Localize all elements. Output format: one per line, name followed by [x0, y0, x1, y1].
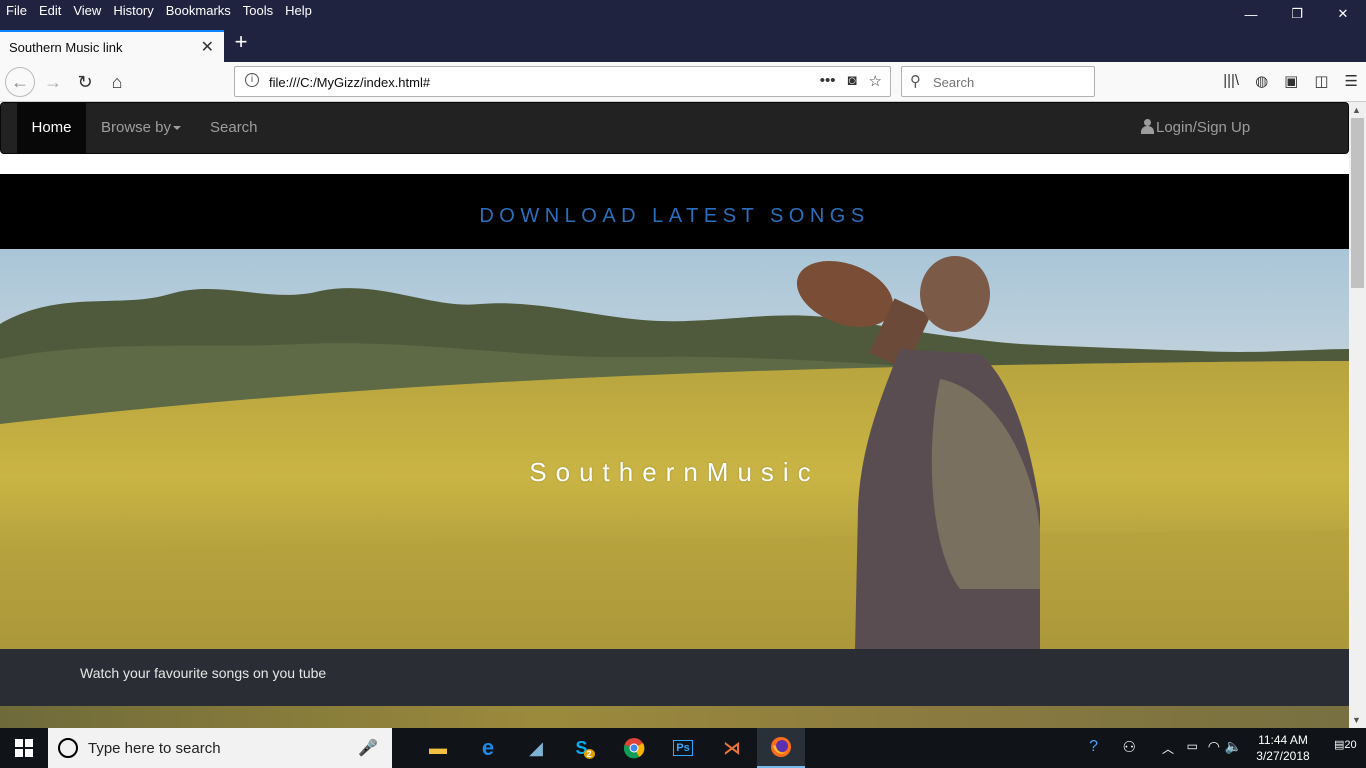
- back-arrow-icon[interactable]: ←: [5, 67, 35, 97]
- photoshop-icon[interactable]: Ps: [659, 728, 707, 768]
- site-info-icon[interactable]: i: [245, 73, 259, 87]
- new-tab-button[interactable]: +: [230, 31, 252, 54]
- microphone-icon[interactable]: 🎤: [358, 738, 378, 758]
- hamburger-menu-icon[interactable]: ☰: [1345, 72, 1358, 90]
- forward-arrow-icon[interactable]: →: [38, 67, 68, 97]
- clock-date: 3/27/2018: [1256, 749, 1310, 763]
- menu-items: File Edit View History Bookmarks Tools H…: [0, 3, 318, 18]
- chrome-icon[interactable]: [610, 728, 658, 768]
- tab-active[interactable]: Southern Music link ✕: [0, 30, 224, 62]
- scroll-down-icon[interactable]: ▼: [1352, 715, 1361, 725]
- app-blue-icon[interactable]: ◢: [512, 728, 560, 768]
- reload-icon[interactable]: ↻: [70, 67, 100, 97]
- people-icon[interactable]: ⚇: [1123, 738, 1136, 756]
- user-icon: [1140, 119, 1154, 134]
- taskbar-search-placeholder: Type here to search: [88, 740, 221, 757]
- caret-down-icon: [173, 126, 182, 131]
- edge-icon[interactable]: e: [464, 728, 512, 768]
- menu-tools[interactable]: Tools: [237, 3, 279, 18]
- pocket-icon[interactable]: ◙: [847, 72, 856, 90]
- youtube-text: Watch your favourite songs on you tube: [80, 665, 327, 681]
- menu-help[interactable]: Help: [279, 3, 318, 18]
- menu-edit[interactable]: Edit: [33, 3, 67, 18]
- notification-count: 20: [1344, 739, 1357, 751]
- page-viewport: Home Browse by Search Login/Sign Up DOWN…: [0, 102, 1349, 728]
- nav-home[interactable]: Home: [17, 103, 86, 153]
- search-icon: ⚲: [910, 73, 921, 90]
- hero-illustration: [0, 249, 1349, 649]
- sidebar-icon[interactable]: ◫: [1314, 72, 1328, 90]
- browser-search-field[interactable]: ⚲ Search: [901, 66, 1095, 97]
- clock-time: 11:44 AM: [1258, 733, 1308, 747]
- notification-center-icon[interactable]: ▤20: [1334, 738, 1357, 758]
- youtube-band: Watch your favourite songs on you tube: [0, 649, 1349, 706]
- volume-icon[interactable]: 🔈: [1225, 738, 1242, 755]
- url-text[interactable]: file:///C:/MyGizz/index.html#: [269, 75, 430, 90]
- wifi-icon[interactable]: ◠: [1208, 738, 1220, 755]
- windows-taskbar: Type here to search 🎤 ▬ e ◢ S2 Ps ⋊ ? ⚇ …: [0, 728, 1366, 768]
- clock[interactable]: 11:44 AM 3/27/2018: [1248, 732, 1318, 764]
- skype-badge: 2: [583, 749, 595, 759]
- hero-image: SouthernMusic: [0, 249, 1349, 649]
- close-tab-icon[interactable]: ✕: [201, 37, 214, 57]
- skype-icon[interactable]: S2: [561, 728, 609, 768]
- urlbar-actions: ••• ◙ ☆: [820, 72, 882, 90]
- start-button[interactable]: [0, 728, 48, 768]
- second-hero-image: [0, 706, 1349, 728]
- nav-search[interactable]: Search: [210, 103, 258, 153]
- bookmark-star-icon[interactable]: ☆: [869, 72, 882, 90]
- firefox-icon[interactable]: [757, 728, 805, 768]
- menu-file[interactable]: File: [0, 3, 33, 18]
- search-placeholder: Search: [933, 75, 975, 90]
- menu-view[interactable]: View: [67, 3, 107, 18]
- menu-history[interactable]: History: [107, 3, 159, 18]
- taskbar-search-box[interactable]: Type here to search 🎤: [48, 728, 392, 768]
- extension-icon[interactable]: ▣: [1284, 72, 1298, 90]
- browser-menubar: File Edit View History Bookmarks Tools H…: [0, 0, 1366, 22]
- tab-title: Southern Music link: [9, 39, 123, 55]
- banner-title[interactable]: DOWNLOAD LATEST SONGS: [0, 174, 1349, 258]
- visual-studio-icon[interactable]: ⋊: [708, 728, 756, 768]
- nav-login-label: Login/Sign Up: [1156, 119, 1251, 136]
- tab-strip: Southern Music link ✕ +: [0, 22, 1366, 62]
- nav-browse-label: Browse by: [101, 119, 172, 136]
- toolbar-icons: |||\ ◍ ▣ ◫ ☰: [1223, 72, 1358, 90]
- file-explorer-icon[interactable]: ▬: [414, 728, 462, 768]
- cortana-icon: [58, 738, 78, 758]
- download-banner: DOWNLOAD LATEST SONGS: [0, 174, 1349, 249]
- nav-browse-by[interactable]: Browse by: [101, 103, 182, 153]
- scroll-up-icon[interactable]: ▲: [1352, 105, 1361, 115]
- menu-bookmarks[interactable]: Bookmarks: [160, 3, 237, 18]
- home-icon[interactable]: ⌂: [102, 67, 132, 97]
- library-icon[interactable]: |||\: [1223, 72, 1239, 90]
- scroll-thumb[interactable]: [1351, 118, 1364, 288]
- site-navbar: Home Browse by Search Login/Sign Up: [0, 102, 1349, 154]
- hero-title: SouthernMusic: [529, 457, 820, 487]
- page-actions-icon[interactable]: •••: [820, 72, 836, 90]
- windows-logo-icon: [15, 739, 33, 757]
- globe-icon[interactable]: ◍: [1255, 72, 1268, 90]
- help-icon[interactable]: ?: [1089, 738, 1098, 756]
- browser-toolbar: ← → ↻ ⌂ i file:///C:/MyGizz/index.html# …: [0, 62, 1366, 102]
- address-bar[interactable]: i file:///C:/MyGizz/index.html# ••• ◙ ☆: [234, 66, 891, 97]
- page-scrollbar[interactable]: ▲ ▼: [1349, 102, 1366, 728]
- chevron-up-icon[interactable]: ︿: [1162, 740, 1174, 757]
- nav-login[interactable]: Login/Sign Up: [1140, 103, 1250, 153]
- battery-icon[interactable]: ▭: [1187, 739, 1198, 753]
